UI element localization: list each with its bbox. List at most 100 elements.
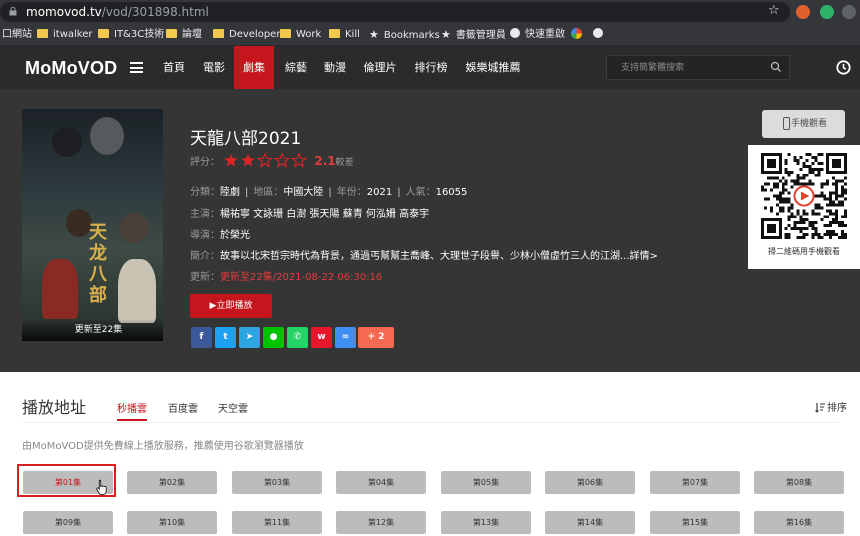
nav-home[interactable]: 首頁 (157, 46, 191, 89)
mobile-watch-button[interactable]: 手機觀看 (762, 110, 845, 138)
star-icon: ★ (369, 28, 379, 41)
bookmark-itwalker[interactable]: itwalker (37, 28, 92, 42)
updated-row: 更新：更新至22集/2021-08-22 06:30:16 (190, 272, 383, 283)
episode-button[interactable]: 第09集 (23, 511, 113, 534)
extension-icon[interactable] (796, 5, 810, 19)
tab-source-baidu[interactable]: 百度雲 (168, 400, 198, 415)
weibo-share-icon[interactable]: w (311, 327, 332, 348)
episode-button[interactable]: 第15集 (650, 511, 740, 534)
bookmark-forum[interactable]: 論壇 (166, 28, 202, 42)
line-share-icon[interactable]: ● (263, 327, 284, 348)
lock-icon (9, 7, 17, 16)
browser-toolbar: momovod.tv/vod/301898.html ☆ (0, 0, 860, 24)
bookmark-portal[interactable]: 口網站 (2, 28, 32, 42)
star-empty-icon[interactable] (291, 153, 308, 168)
cast-list[interactable]: 楊祐寧 文詠珊 白澍 張天陽 蘇青 何泓姍 高泰宇 (220, 209, 429, 220)
episode-button[interactable]: 第03集 (232, 471, 322, 494)
sort-button[interactable]: 排序 (815, 399, 847, 414)
episode-button[interactable]: 第05集 (441, 471, 531, 494)
show-poster[interactable]: 天龙八部 更新至22集 (22, 109, 163, 341)
tab-source-tiankong[interactable]: 天空雲 (218, 400, 248, 415)
address-bar[interactable]: momovod.tv/vod/301898.html (0, 2, 790, 22)
search-box (606, 55, 790, 80)
whatsapp-share-icon[interactable]: ✆ (287, 327, 308, 348)
episode-button[interactable]: 第16集 (754, 511, 844, 534)
rating-score: 2.1 (314, 154, 336, 168)
nav-series[interactable]: 劇集 (234, 46, 274, 89)
poster-title: 天龙八部 (89, 222, 107, 306)
star-filled-icon[interactable] (224, 153, 238, 167)
mouse-cursor-icon (96, 479, 107, 495)
bookmark-quick-restart[interactable]: 快速重啟 (510, 28, 565, 42)
region-link[interactable]: 中國大陸 (283, 187, 323, 198)
folder-icon (213, 29, 224, 38)
bookmark-bookmarks[interactable]: ★ Bookmarks (369, 28, 440, 42)
nav-anime[interactable]: 動漫 (318, 46, 352, 89)
share-count: 2 (378, 332, 385, 342)
bookmark-globe[interactable] (593, 28, 608, 42)
copy-link-share-icon[interactable]: ∞ (335, 327, 356, 348)
show-title: 天龍八部2021 (190, 129, 302, 149)
bookmark-work[interactable]: Work (280, 28, 321, 42)
extension-puzzle-icon[interactable] (842, 5, 856, 19)
episode-button[interactable]: 第06集 (545, 471, 635, 494)
episode-button[interactable]: 第04集 (336, 471, 426, 494)
menu-icon[interactable] (130, 62, 143, 73)
updated-value: 更新至22集/2021-08-22 06:30:16 (220, 272, 383, 283)
nav-variety[interactable]: 綜藝 (279, 46, 313, 89)
qr-card: 掃二維碼用手機觀看 (748, 145, 860, 269)
poster-figure (90, 117, 124, 155)
evernote-icon[interactable] (820, 5, 834, 19)
episode-button[interactable]: 第11集 (232, 511, 322, 534)
section-divider (22, 422, 838, 423)
bookmark-it3c[interactable]: IT&3C技術 (98, 28, 164, 42)
bookmark-developer[interactable]: Developer (213, 28, 280, 42)
rating-row: 評分： 2.1較差 (190, 153, 354, 168)
search-icon[interactable] (770, 61, 782, 73)
synopsis-text[interactable]: 故事以北宋哲宗時代為背景，通過丐幫幫主喬峰、大理世子段譽、少林小僧虛竹三人的江湖… (220, 251, 658, 262)
bookmark-manager[interactable]: ★ 書籤管理員 (441, 28, 506, 42)
bookmark-google[interactable] (571, 28, 587, 42)
star-icon: ★ (441, 28, 451, 41)
star-empty-icon[interactable] (274, 153, 291, 168)
year-link[interactable]: 2021 (367, 187, 392, 198)
history-clock-icon[interactable] (836, 60, 851, 75)
nav-casino-recommend[interactable]: 娛樂城推薦 (461, 46, 525, 89)
director-link[interactable]: 於榮光 (220, 230, 250, 241)
more-share-button[interactable]: + 2 (358, 327, 394, 348)
poster-figure (52, 127, 82, 157)
telegram-share-icon[interactable]: ➤ (239, 327, 260, 348)
star-filled-icon[interactable] (241, 153, 255, 167)
globe-icon (593, 28, 603, 38)
episode-button[interactable]: 第10集 (127, 511, 217, 534)
nav-ranking[interactable]: 排行榜 (409, 46, 453, 89)
nav-movies[interactable]: 電影 (197, 46, 231, 89)
folder-icon (280, 29, 291, 38)
qr-caption: 掃二維碼用手機觀看 (768, 247, 840, 256)
star-empty-icon[interactable] (257, 153, 274, 168)
facebook-share-icon[interactable]: f (191, 327, 212, 348)
category-link[interactable]: 陸劇 (220, 187, 240, 198)
site-logo[interactable]: MoMoVOD (25, 58, 117, 79)
poster-figure (120, 213, 148, 243)
episode-button[interactable]: 第08集 (754, 471, 844, 494)
twitter-share-icon[interactable]: t (215, 327, 236, 348)
section-title: 播放地址 (22, 398, 87, 417)
bookmark-star-icon[interactable]: ☆ (768, 3, 780, 18)
rating-note: 較差 (335, 158, 354, 168)
tab-source-miaobo[interactable]: 秒播雲 (117, 400, 147, 421)
phone-icon (783, 117, 790, 130)
playback-notice: 由MoMoVOD提供免費線上播放服務，推薦使用谷歌瀏覽器播放 (22, 441, 304, 452)
search-input[interactable] (607, 56, 767, 79)
qr-code[interactable] (761, 153, 847, 239)
episode-button[interactable]: 第02集 (127, 471, 217, 494)
episode-button[interactable]: 第13集 (441, 511, 531, 534)
rating-stars[interactable] (223, 153, 309, 168)
poster-update-badge: 更新至22集 (22, 319, 163, 341)
nav-ethics[interactable]: 倫理片 (358, 46, 402, 89)
episode-button[interactable]: 第14集 (545, 511, 635, 534)
episode-button[interactable]: 第12集 (336, 511, 426, 534)
episode-button[interactable]: 第07集 (650, 471, 740, 494)
play-now-button[interactable]: ▶立即播放 (190, 294, 272, 318)
bookmark-kill[interactable]: Kill (329, 28, 360, 42)
